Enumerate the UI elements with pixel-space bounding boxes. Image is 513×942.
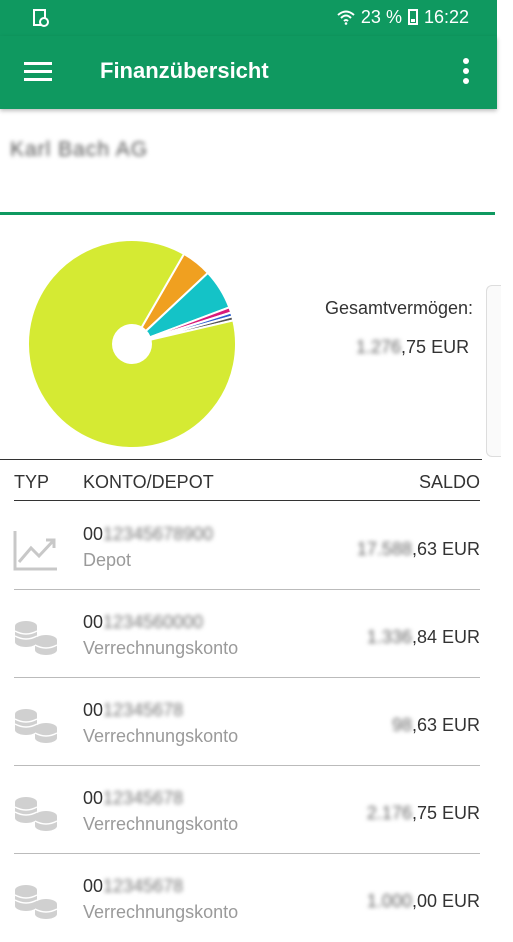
account-hidden: 12345678 [103,788,184,808]
account-number: 0012345678900 [83,524,213,545]
table-row[interactable]: 0012345678 Verrechnungskonto 1.000,00 EU… [0,854,497,942]
account-balance: 17.588,63 EUR [357,539,480,560]
balance-shown: ,63 EUR [411,539,480,559]
account-number: 0012345678 [83,788,183,809]
scrollbar[interactable] [486,285,501,457]
total-assets-shown: ,75 EUR [401,337,470,357]
total-assets-value: 1.276,75 EUR [356,337,469,358]
account-number: 0012345678 [83,876,183,897]
user-name: Karl Bach AG [10,138,149,161]
coins-icon [14,797,58,831]
account-type: Verrechnungskonto [83,902,239,922]
column-header-saldo: SALDO [418,472,480,492]
account-prefix: 00 [83,700,104,720]
battery-percent: 23 % [360,7,402,27]
hamburger-menu-icon[interactable] [24,60,52,82]
balance-shown: ,00 EUR [411,891,480,911]
account-hidden: 1234560000 [103,612,204,632]
balance-hidden: 17.588 [356,539,412,559]
total-assets-label: Gesamtvermögen: [324,298,473,318]
table-row[interactable]: 001234560000 Verrechnungskonto 1.336,84 … [0,590,497,678]
account-type: Verrechnungskonto [83,726,239,746]
table-row[interactable]: 0012345678 Verrechnungskonto 2.176,75 EU… [0,766,497,854]
account-type: Verrechnungskonto [83,638,239,658]
account-prefix: 00 [83,788,104,808]
balance-shown: ,63 EUR [411,715,480,735]
status-right: 23 % 16:22 [337,7,469,27]
column-header-typ: TYP [14,472,50,492]
balance-hidden: 2.176 [366,803,412,823]
account-balance: 2.176,75 EUR [367,803,480,824]
account-prefix: 00 [83,876,104,896]
account-hidden: 12345678 [103,700,184,720]
coins-icon [14,885,58,919]
more-vert-icon[interactable] [463,58,469,84]
wifi-icon [337,10,355,25]
balance-hidden: 1.000 [366,891,412,911]
chart-line-icon [13,531,57,571]
account-prefix: 00 [83,524,104,544]
table-top-divider [0,459,482,460]
account-number: 0012345678 [83,700,183,721]
balance-shown: ,75 EUR [411,803,480,823]
status-bar: 23 % 16:22 [0,0,497,36]
account-type: Depot [83,550,132,570]
balance-hidden: 1.336 [366,627,412,647]
clock: 16:22 [423,7,469,27]
pie-center-hole [112,324,152,364]
coins-icon [14,621,58,655]
account-hidden: 12345678900 [103,524,214,544]
table-header-divider [14,500,480,501]
coins-icon [14,709,58,743]
notification-icon [33,9,49,27]
balance-hidden: 98 [391,715,412,735]
balance-shown: ,84 EUR [411,627,480,647]
account-prefix: 00 [83,612,104,632]
account-hidden: 12345678 [103,876,184,896]
account-balance: 1.000,00 EUR [367,891,480,912]
total-assets-hidden: 1.276 [356,337,402,357]
table-row[interactable]: 0012345678 Verrechnungskonto 98,63 EUR [0,678,497,766]
table-row[interactable]: 0012345678900 Depot 17.588,63 EUR [0,502,497,590]
column-header-konto: KONTO/DEPOT [83,472,214,492]
account-balance: 98,63 EUR [392,715,480,736]
account-type: Verrechnungskonto [83,814,239,834]
account-number: 001234560000 [83,612,203,633]
asset-pie-chart [27,239,237,449]
battery-icon [407,9,418,25]
page-title: Finanzübersicht [100,58,269,83]
account-balance: 1.336,84 EUR [367,627,480,648]
header-divider [0,212,495,215]
app-bar: Finanzübersicht [0,36,497,109]
